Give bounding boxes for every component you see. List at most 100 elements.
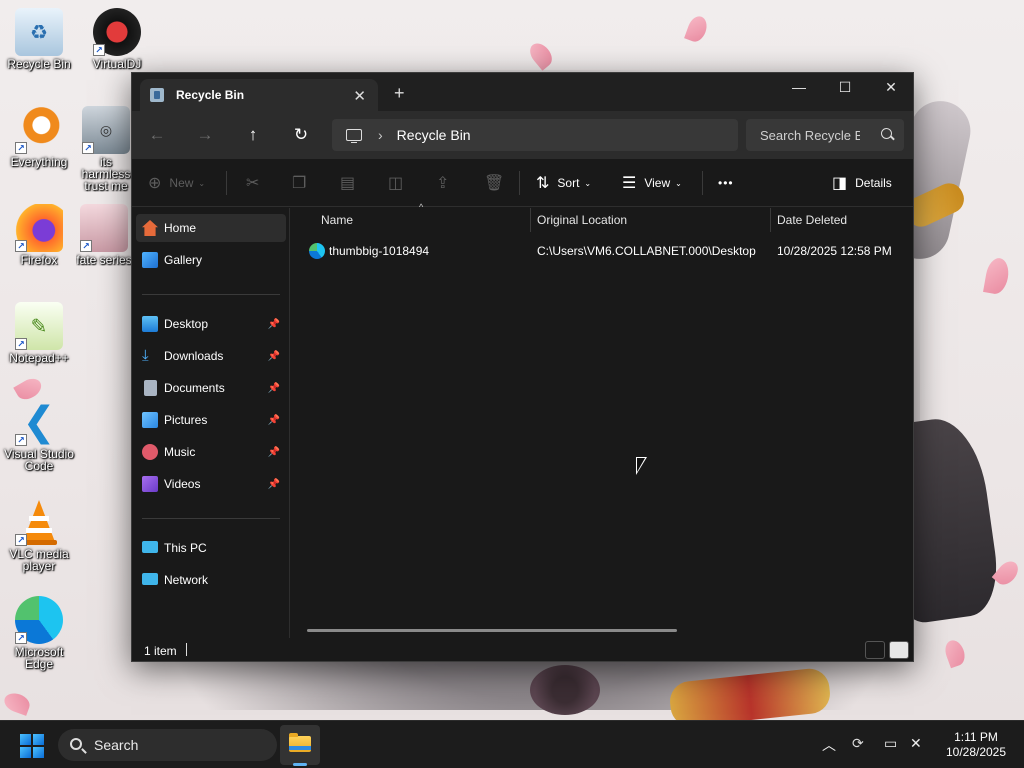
tab-title: Recycle Bin <box>176 88 245 102</box>
sidebar-item-network[interactable]: Network <box>136 566 286 594</box>
computer-icon[interactable] <box>346 129 362 143</box>
image-icon: ↗ <box>80 204 128 252</box>
delete-button[interactable]: 🗑 <box>484 159 512 207</box>
pin-icon[interactable]: 📌 <box>268 319 280 330</box>
pictures-icon <box>142 412 158 428</box>
recycle-bin-icon: ♻ <box>15 8 63 56</box>
sidebar-item-downloads[interactable]: ⤓ Downloads 📌 <box>136 342 286 370</box>
copy-button[interactable]: ❐ <box>292 159 314 207</box>
paste-button[interactable]: ▤ <box>340 159 363 207</box>
back-button[interactable]: ← <box>145 123 169 147</box>
column-divider[interactable] <box>770 208 771 232</box>
sort-button[interactable]: ⇅ Sort ⌄ <box>536 159 591 207</box>
desktop-icon-notepadpp[interactable]: ✎ ↗ Notepad++ <box>1 302 77 364</box>
network-icon <box>142 573 158 585</box>
close-tab-icon[interactable]: ✕ <box>353 87 366 105</box>
pin-icon[interactable]: 📌 <box>268 351 280 362</box>
share-button[interactable]: ⇪ <box>436 159 457 207</box>
magnifier-icon: ↗ <box>15 106 63 154</box>
file-explorer-window: Recycle Bin ✕ + — ☐ ✕ ← → ↑ ↻ › Recycle … <box>131 72 914 662</box>
desktop-icon-label: Recycle Bin <box>7 57 71 71</box>
desktop-icon-vscode[interactable]: ❮ ↗ Visual Studio Code <box>1 398 77 472</box>
sidebar-item-desktop[interactable]: Desktop 📌 <box>136 310 286 338</box>
breadcrumb-location[interactable]: Recycle Bin <box>397 127 471 143</box>
desktop-icon-label: Visual Studio Code <box>4 447 74 473</box>
desktop-icon-virtualdj[interactable]: ↗ VirtualDJ <box>79 8 155 70</box>
clock-date: 10/28/2025 <box>945 745 1007 759</box>
list-view-icon: ☰ <box>622 175 637 192</box>
desktop-icon-its-harmless[interactable]: ◎ ↗ its harmless trust me <box>76 106 136 192</box>
desktop-icon-everything[interactable]: ↗ Everything <box>1 106 77 168</box>
sync-icon[interactable]: ⟳ <box>852 735 864 752</box>
details-view-button[interactable] <box>865 641 885 659</box>
up-button[interactable]: ↑ <box>241 123 265 147</box>
search-input[interactable]: Search Recycle Bin <box>760 128 860 143</box>
desktop-icon-label: VirtualDJ <box>92 57 142 71</box>
details-pane-button[interactable]: ◨ Details <box>832 159 892 207</box>
forward-button[interactable]: → <box>193 123 217 147</box>
column-divider[interactable] <box>530 208 531 232</box>
address-bar[interactable]: › Recycle Bin <box>332 119 738 151</box>
refresh-button[interactable]: ↻ <box>289 123 313 147</box>
view-button[interactable]: ☰ View ⌄ <box>622 159 682 207</box>
desktop-icon-firefox[interactable]: ↗ Firefox <box>1 204 77 266</box>
vlc-cone-icon: ↗ <box>15 498 63 546</box>
network-status-icon[interactable]: ▭ <box>884 735 897 752</box>
new-button[interactable]: ⊕ New ⌄ <box>148 159 205 207</box>
sort-label: Sort <box>557 176 580 190</box>
sidebar-item-documents[interactable]: Documents 📌 <box>136 374 286 402</box>
file-original-location: C:\Users\VM6.COLLABNET.000\Desktop <box>537 244 756 258</box>
minimize-button[interactable]: — <box>776 73 822 101</box>
sidebar-item-this-pc[interactable]: This PC <box>136 534 286 562</box>
cut-button[interactable]: ✂ <box>246 159 267 207</box>
horizontal-scrollbar[interactable] <box>307 629 677 632</box>
desktop-icon-fate-series[interactable]: ↗ fate series <box>76 204 132 266</box>
taskbar: Search ︿ ⟳ ▭ ✕ 1:11 PM 10/28/2025 <box>0 720 1024 768</box>
sidebar-item-music[interactable]: Music 📌 <box>136 438 286 466</box>
pin-icon[interactable]: 📌 <box>268 479 280 490</box>
documents-icon <box>144 380 157 396</box>
search-box[interactable]: Search Recycle Bin <box>746 119 904 151</box>
close-button[interactable]: ✕ <box>868 73 914 101</box>
virtualdj-icon: ↗ <box>93 8 141 56</box>
recycle-bin-icon <box>150 88 164 102</box>
maximize-button[interactable]: ☐ <box>822 73 868 101</box>
file-explorer-taskbar-button[interactable] <box>280 725 320 765</box>
sidebar-item-label: Pictures <box>164 413 208 427</box>
new-tab-button[interactable]: + <box>394 83 405 104</box>
taskbar-search[interactable]: Search <box>58 729 277 761</box>
cd-icon: ◎ ↗ <box>82 106 130 154</box>
desktop-icon-recycle-bin[interactable]: ♻ Recycle Bin <box>1 8 77 70</box>
toolbar-divider <box>226 171 227 195</box>
desktop-icon-label: Everything <box>10 155 68 169</box>
chevron-right-icon[interactable]: › <box>378 127 383 143</box>
pin-icon[interactable]: 📌 <box>268 415 280 426</box>
navigation-pane: Home Gallery Desktop 📌 ⤓ Downloads 📌 Doc… <box>132 208 290 638</box>
volume-muted-icon[interactable]: ✕ <box>910 735 922 752</box>
desktop-folder-icon <box>142 316 158 332</box>
file-name: thumbbig-1018494 <box>329 244 430 258</box>
desktop-icon-label: Firefox <box>20 253 58 267</box>
file-row[interactable]: thumbbig-1018494 C:\Users\VM6.COLLABNET.… <box>291 240 913 262</box>
windows-start-icon[interactable] <box>20 734 44 758</box>
see-more-button[interactable]: ••• <box>718 159 734 207</box>
tab-recycle-bin[interactable]: Recycle Bin ✕ <box>140 79 378 111</box>
sidebar-item-gallery[interactable]: Gallery <box>136 246 286 274</box>
pin-icon[interactable]: 📌 <box>268 447 280 458</box>
desktop-icon-vlc[interactable]: ↗ VLC media player <box>1 498 77 572</box>
rename-button[interactable]: ◫ <box>388 159 411 207</box>
title-bar: Recycle Bin ✕ + — ☐ ✕ <box>132 73 913 111</box>
column-header-original-location[interactable]: Original Location <box>537 208 627 232</box>
column-header-date-deleted[interactable]: Date Deleted <box>777 208 847 232</box>
tiles-view-button[interactable] <box>889 641 909 659</box>
chevron-up-icon[interactable]: ︿ <box>822 735 836 755</box>
pin-icon[interactable]: 📌 <box>268 383 280 394</box>
petal <box>684 13 710 45</box>
sidebar-item-videos[interactable]: Videos 📌 <box>136 470 286 498</box>
system-clock[interactable]: 1:11 PM 10/28/2025 <box>936 730 1016 760</box>
desktop-icon-edge[interactable]: ↗ Microsoft Edge <box>1 596 77 670</box>
sidebar-item-home[interactable]: Home <box>136 214 286 242</box>
column-header-name[interactable]: Name <box>321 208 353 232</box>
navigation-bar: ← → ↑ ↻ › Recycle Bin Search Recycle Bin <box>132 111 913 159</box>
sidebar-item-pictures[interactable]: Pictures 📌 <box>136 406 286 434</box>
